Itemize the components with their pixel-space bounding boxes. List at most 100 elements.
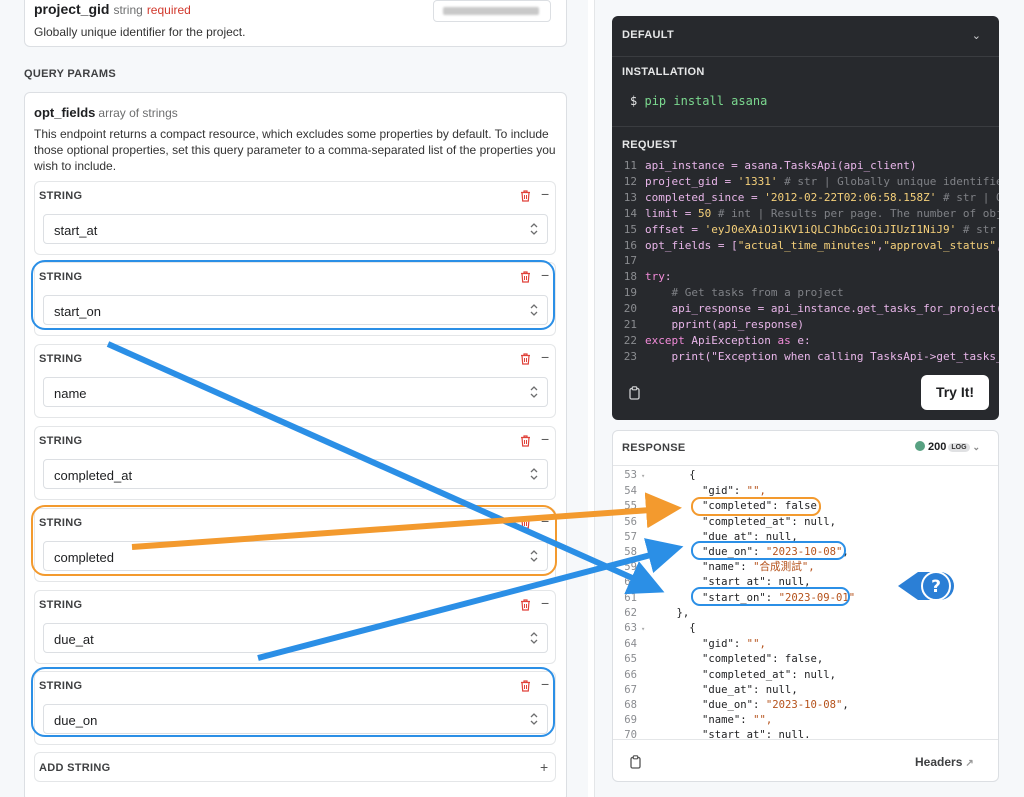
code-line: 15 offset = 'eyJ0eXAiOJiKV1iQLCJhbGciOiJI… bbox=[612, 222, 999, 238]
question-icon[interactable]: ? bbox=[896, 566, 958, 606]
param-required: required bbox=[146, 3, 191, 17]
line-number: 21 bbox=[623, 318, 637, 332]
response-line: 67 "due_at": null, bbox=[613, 683, 998, 698]
chevron-updown-icon bbox=[530, 468, 538, 480]
status-dot-icon bbox=[915, 441, 925, 451]
response-line: 63 ▾ { bbox=[613, 621, 998, 637]
string-value-select[interactable]: start_on bbox=[43, 295, 548, 325]
collapse-icon[interactable]: − bbox=[541, 349, 549, 365]
divider bbox=[613, 739, 998, 740]
trash-icon[interactable] bbox=[520, 517, 531, 529]
chevron-down-icon: ⌄ bbox=[972, 442, 981, 452]
line-number: 20 bbox=[623, 302, 637, 316]
copy-icon[interactable] bbox=[629, 386, 640, 400]
string-item: STRING − name bbox=[34, 344, 556, 418]
install-command: $ pip install asana bbox=[630, 94, 767, 108]
string-value: start_on bbox=[54, 304, 101, 319]
line-number: 56 bbox=[624, 515, 637, 528]
collapse-icon[interactable]: − bbox=[541, 267, 549, 283]
request-label: REQUEST bbox=[622, 139, 678, 151]
response-text: { bbox=[651, 622, 696, 635]
language-selector-label[interactable]: DEFAULT bbox=[622, 29, 674, 41]
string-value: start_at bbox=[54, 223, 98, 238]
trash-icon[interactable] bbox=[520, 353, 531, 365]
line-number: 53 bbox=[624, 469, 637, 481]
copy-icon[interactable] bbox=[630, 755, 641, 769]
collapse-icon[interactable]: − bbox=[541, 431, 549, 447]
log-badge: LOG bbox=[948, 443, 970, 452]
trash-icon[interactable] bbox=[520, 271, 531, 283]
code-line: 20 api_response = api_instance.get_tasks… bbox=[612, 301, 999, 317]
svg-text:?: ? bbox=[931, 577, 941, 597]
string-value-select[interactable]: name bbox=[43, 377, 548, 407]
collapse-icon[interactable]: − bbox=[541, 595, 549, 611]
project-gid-input[interactable] bbox=[433, 0, 551, 22]
string-label: STRING bbox=[39, 271, 83, 283]
response-text: { bbox=[651, 469, 696, 481]
trash-icon[interactable] bbox=[520, 190, 531, 202]
string-item: STRING − start_on bbox=[34, 262, 556, 336]
line-number: 15 bbox=[623, 222, 637, 236]
line-number: 58 bbox=[624, 546, 637, 559]
response-text: "completed": false, bbox=[651, 653, 824, 666]
string-label: STRING bbox=[39, 680, 83, 692]
collapse-icon[interactable]: − bbox=[541, 676, 549, 692]
collapse-icon[interactable]: − bbox=[541, 513, 549, 529]
response-text: "name": "合成測試", bbox=[651, 561, 815, 574]
response-text: "start_at": null, bbox=[651, 576, 811, 589]
add-string-label: ADD STRING bbox=[39, 762, 111, 774]
try-it-button[interactable]: Try It! bbox=[921, 375, 989, 410]
string-value-select[interactable]: start_at bbox=[43, 214, 548, 244]
response-line: 57 "due_at": null, bbox=[613, 530, 998, 545]
string-value-select[interactable]: completed_at bbox=[43, 459, 548, 489]
expand-icon: ↗ bbox=[965, 758, 974, 769]
response-line: 66 "completed_at": null, bbox=[613, 668, 998, 683]
line-number: 16 bbox=[623, 238, 637, 252]
prompt-symbol: $ bbox=[630, 94, 638, 108]
response-text: "start_at": null, bbox=[651, 729, 811, 738]
string-value-select[interactable]: completed bbox=[43, 541, 548, 571]
code-line: 19 # Get tasks from a project bbox=[612, 285, 999, 301]
code-text: api_response = api_instance.get_tasks_fo… bbox=[645, 302, 999, 316]
response-text: "completed": false, bbox=[651, 500, 824, 513]
code-line: 23 print("Exception when calling TasksAp… bbox=[612, 349, 999, 365]
trash-icon[interactable] bbox=[520, 599, 531, 611]
string-value-select[interactable]: due_at bbox=[43, 623, 548, 653]
fold-marker: ▾ bbox=[641, 472, 646, 480]
string-item: STRING − due_at bbox=[34, 590, 556, 664]
code-line: 11 api_instance = asana.TasksApi(api_clie… bbox=[612, 158, 999, 174]
response-status-selector[interactable]: 200 LOG ⌄ bbox=[915, 441, 980, 453]
chevron-updown-icon bbox=[530, 304, 538, 316]
chevron-down-icon[interactable]: ⌄ bbox=[972, 29, 981, 42]
string-label: STRING bbox=[39, 190, 83, 202]
collapse-icon[interactable]: − bbox=[541, 186, 549, 202]
line-number: 63 bbox=[624, 622, 637, 635]
line-number: 59 bbox=[624, 561, 637, 574]
line-number: 65 bbox=[624, 653, 637, 666]
response-text: "gid": "", bbox=[651, 485, 766, 498]
trash-icon[interactable] bbox=[520, 680, 531, 692]
string-label: STRING bbox=[39, 517, 83, 529]
request-code-card: DEFAULT ⌄ INSTALLATION $ pip install asa… bbox=[612, 16, 999, 420]
line-number: 64 bbox=[624, 638, 637, 651]
chevron-updown-icon bbox=[530, 223, 538, 235]
line-number: 66 bbox=[624, 668, 637, 681]
line-number: 70 bbox=[624, 729, 637, 738]
line-number: 11 bbox=[623, 159, 637, 172]
code-line: 17 bbox=[612, 253, 999, 269]
line-number: 60 bbox=[624, 576, 637, 589]
status-code: 200 bbox=[928, 441, 947, 453]
code-line: 21 pprint(api_response) bbox=[612, 317, 999, 333]
response-line: 64 "gid": "", bbox=[613, 637, 998, 652]
add-string-button[interactable]: ADD STRING + bbox=[34, 752, 556, 782]
string-value-select[interactable]: due_on bbox=[43, 704, 548, 734]
line-number: 54 bbox=[624, 485, 637, 498]
code-text: # Get tasks from a project bbox=[664, 286, 844, 300]
code-line: 16 opt_fields = ["actual_time_minutes","a… bbox=[612, 238, 999, 254]
trash-icon[interactable] bbox=[520, 435, 531, 447]
headers-button[interactable]: Headers ↗ bbox=[915, 755, 974, 769]
response-line: 56 "completed_at": null, bbox=[613, 515, 998, 530]
query-params-title: QUERY PARAMS bbox=[24, 68, 117, 80]
string-value: completed_at bbox=[54, 468, 133, 483]
response-text: "due_at": null, bbox=[651, 683, 798, 696]
